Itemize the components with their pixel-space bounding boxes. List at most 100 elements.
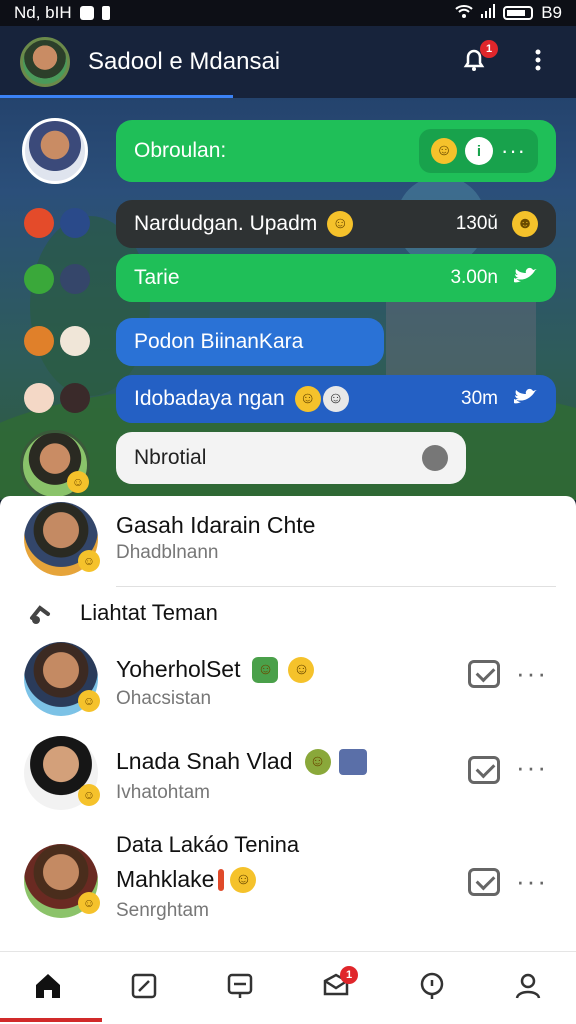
signal-icon <box>481 3 496 23</box>
friends-panel: ☺ Gasah Idarain Chte Dhadblnann Liahtat … <box>0 496 576 951</box>
friend-row[interactable]: ☺ YoherholSet ☺ ☺ Ohacsistan ··· <box>0 642 576 722</box>
location-icon <box>418 972 446 1005</box>
bell-button[interactable]: 1 <box>456 40 498 80</box>
coin-badge-icon: ☺ <box>78 550 100 572</box>
more-options-button[interactable] <box>520 44 556 80</box>
home-icon <box>33 972 63 1005</box>
section-header: Liahtat Teman <box>0 596 576 632</box>
smile-emoji-icon: ☺ <box>327 211 354 237</box>
friend-group-heading: Data Lakáo Tenina <box>116 832 300 857</box>
section-label: Liahtat Teman <box>80 600 218 625</box>
chat-title[interactable]: Sadool e Mdansai <box>88 48 456 76</box>
select-checkbox[interactable] <box>468 660 500 688</box>
nav-edit[interactable] <box>114 958 174 1018</box>
friend-row[interactable]: ☺ Lnada Snah Vlad ☺ Ivhatohtam ··· <box>0 736 576 816</box>
message-text: Obroulan: <box>134 139 227 162</box>
coin-badge-icon: ☺ <box>78 690 100 712</box>
status-bar: Nd, bIH B9 <box>0 0 576 26</box>
friend-name: YoherholSet ☺ ☺ <box>116 656 315 683</box>
message-bubble[interactable]: Tarie 3.00n <box>116 254 556 302</box>
message-bubble[interactable]: Nbrotial <box>116 432 466 484</box>
reaction-bar[interactable]: ☺ i ··· <box>419 129 538 173</box>
reaction-emoji-icon <box>24 383 54 413</box>
bird-icon <box>512 385 538 413</box>
more-options-button[interactable]: ··· <box>516 752 548 783</box>
sender-avatar-small[interactable] <box>60 208 90 238</box>
edit-icon <box>130 972 158 1005</box>
frog-emoji-icon: ☺ <box>304 748 331 775</box>
friend-name-text: Lnada Snah Vlad <box>116 748 293 774</box>
friend-name-text: Mahklake <box>116 866 215 892</box>
nav-mail[interactable]: 1 <box>306 958 366 1018</box>
chat-message: Tarie 3.00n <box>0 254 576 304</box>
message-time: 130ŭ <box>455 213 498 234</box>
group-avatar[interactable] <box>20 37 70 87</box>
nav-chat[interactable] <box>210 958 270 1018</box>
more-options-button[interactable]: ··· <box>516 658 548 689</box>
message-text: Idobadaya ngan <box>134 387 285 410</box>
kebab-icon <box>534 48 542 77</box>
carrier-label: Nd, bIH <box>14 3 72 22</box>
frog-emoji-icon: ☺ <box>252 656 279 683</box>
reaction-emoji-icon <box>24 326 54 356</box>
list-item[interactable]: ☺ Gasah Idarain Chte Dhadblnann <box>0 502 576 588</box>
coin-badge-icon: ☺ <box>78 892 100 914</box>
reaction-emoji-icon <box>24 264 54 294</box>
select-checkbox[interactable] <box>468 756 500 784</box>
chat-icon <box>226 972 254 1005</box>
sender-avatar-small[interactable] <box>60 326 90 356</box>
bottom-nav: 1 <box>0 951 576 1024</box>
friend-avatar[interactable]: ☺ <box>24 736 100 810</box>
active-tab-indicator <box>0 1018 102 1022</box>
camera-icon[interactable] <box>422 445 448 471</box>
chat-message: Obroulan: ☺ i ··· <box>0 118 576 188</box>
smile-emoji-icon: ☺ <box>431 138 458 164</box>
friend-avatar[interactable]: ☺ <box>24 642 100 716</box>
smile-emoji-icon: ☺ <box>230 866 257 893</box>
chat-message: Podon BiinanKara <box>0 318 576 368</box>
wink-emoji-icon: ☻ <box>512 211 538 237</box>
more-options-button[interactable]: ··· <box>516 866 548 897</box>
chat-message: ☺ Nbrotial <box>0 430 576 500</box>
chat-message: Nardudgan. Upadm ☺ 130ŭ ☻ <box>0 200 576 250</box>
nav-location[interactable] <box>402 958 462 1018</box>
nav-profile[interactable] <box>498 958 558 1018</box>
coin-badge-icon: ☺ <box>67 471 89 493</box>
friend-status: Senrghtam <box>116 900 209 921</box>
message-bubble[interactable]: Podon BiinanKara <box>116 318 384 366</box>
chat-header: Sadool e Mdansai 1 <box>0 26 576 98</box>
sender-avatar[interactable]: ☺ <box>20 430 90 500</box>
friend-avatar[interactable]: ☺ <box>24 844 100 918</box>
contact-avatar[interactable]: ☺ <box>24 502 100 576</box>
clock: B9 <box>541 3 562 22</box>
loading-progress <box>0 95 233 98</box>
sender-avatar-small[interactable] <box>60 264 90 294</box>
message-bubble[interactable]: Obroulan: ☺ i ··· <box>116 120 556 182</box>
battery-icon <box>503 6 534 20</box>
message-time: 30m <box>461 388 498 409</box>
sender-avatar[interactable] <box>22 118 88 184</box>
sender-avatar-small[interactable] <box>60 383 90 413</box>
select-checkbox[interactable] <box>468 868 500 896</box>
message-bubble[interactable]: Nardudgan. Upadm ☺ 130ŭ ☻ <box>116 200 556 248</box>
nav-notification-badge: 1 <box>340 966 358 984</box>
divider <box>116 586 556 587</box>
contact-name: Gasah Idarain Chte <box>116 512 316 538</box>
friend-status: Ohacsistan <box>116 688 212 709</box>
friend-name-text: YoherholSet <box>116 656 241 682</box>
notification-badge: 1 <box>480 40 498 58</box>
message-text: Podon BiinanKara <box>134 330 304 353</box>
chart-icon <box>338 748 367 775</box>
friend-status: Ivhatohtam <box>116 782 210 803</box>
smile-emoji-icon: ☺ <box>288 656 315 683</box>
nav-home[interactable] <box>18 958 78 1018</box>
grin-emoji-icon: ☺ <box>322 386 349 412</box>
notification-icon <box>79 6 94 20</box>
friend-row[interactable]: Data Lakáo Tenina ☺ Mahklake ☺ Senrghtam… <box>0 826 576 926</box>
chat-message: Idobadaya ngan ☺ ☺ 30m <box>0 375 576 425</box>
info-icon: i <box>465 137 494 165</box>
message-text: Tarie <box>134 266 180 289</box>
message-bubble[interactable]: Idobadaya ngan ☺ ☺ 30m <box>116 375 556 423</box>
friends-link-icon <box>28 600 58 631</box>
message-text: Nbrotial <box>134 446 207 469</box>
